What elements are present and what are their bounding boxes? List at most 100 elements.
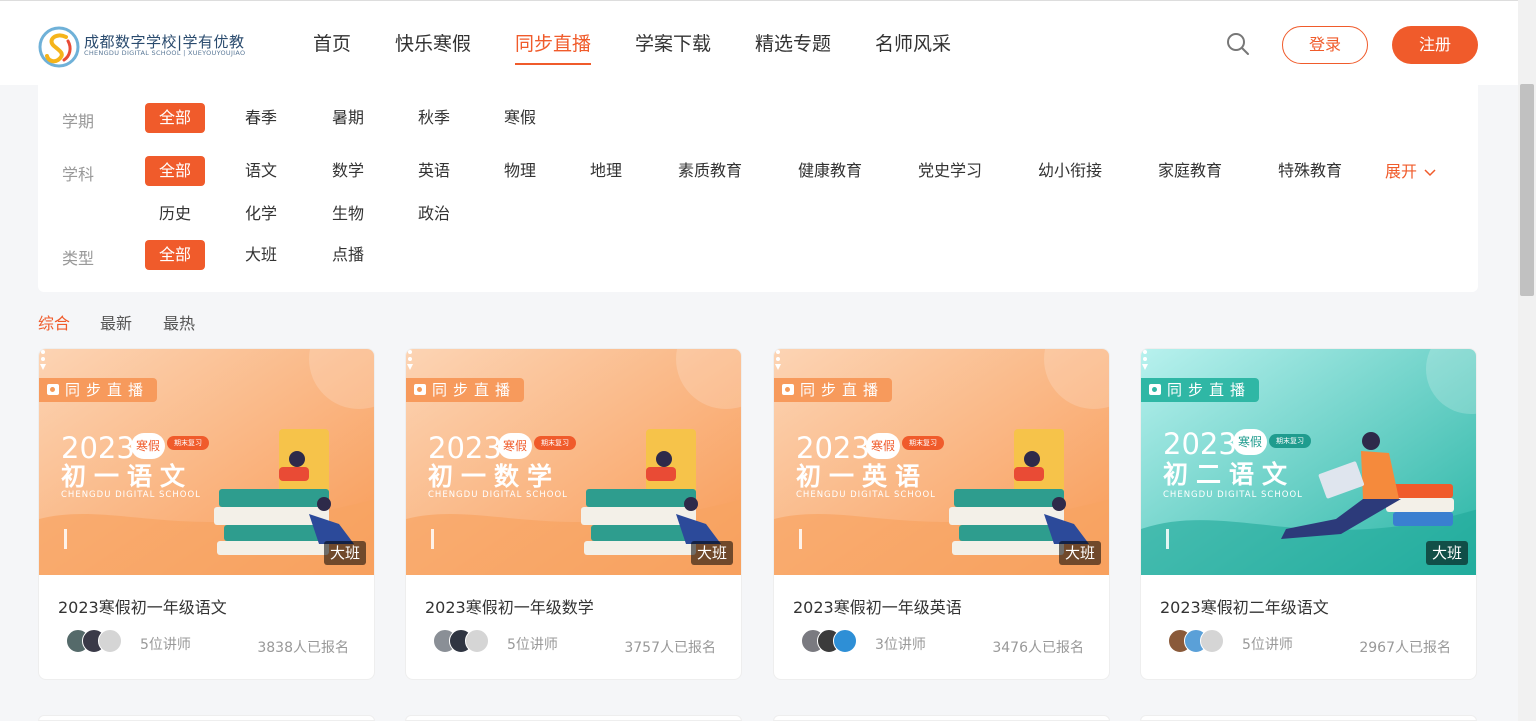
course-title: 2023寒假初二年级语文 (1160, 598, 1329, 617)
course-card-peek (38, 715, 375, 721)
review-badge: 期末复习 (534, 436, 576, 450)
class-type-tag: 大班 (691, 541, 733, 565)
cover-bar (64, 529, 67, 549)
camera-icon (1149, 384, 1161, 395)
subject-chip-chemistry[interactable]: 化学 (231, 199, 291, 229)
course-cover: 同步直播 2023 寒假 期末复习 初一语文 CHENGDU DIGITAL S… (39, 349, 374, 575)
sort-tab-newest[interactable]: 最新 (100, 310, 132, 334)
filter-panel: 学期 全部 春季 暑期 秋季 寒假 学科 全部 语文 数学 英语 物理 地理 素… (38, 85, 1478, 292)
term-chip-spring[interactable]: 春季 (231, 103, 291, 133)
top-header: 成都数字学校|学有优教 CHENGDU DIGITAL SCHOOL | XUE… (0, 0, 1518, 85)
nav-live-sync[interactable]: 同步直播 (515, 29, 592, 65)
subject-chip-all[interactable]: 全部 (145, 156, 205, 186)
subject-chip-english[interactable]: 英语 (404, 156, 464, 186)
nav-topics[interactable]: 精选专题 (755, 29, 831, 65)
course-title: 2023寒假初一年级数学 (425, 598, 594, 617)
subject-chip-math[interactable]: 数学 (318, 156, 378, 186)
course-card-peek (773, 715, 1110, 721)
subject-chip-family-edu[interactable]: 家庭教育 (1150, 156, 1230, 186)
subject-chip-special-edu[interactable]: 特殊教育 (1270, 156, 1350, 186)
live-tag-label: 同步直播 (800, 381, 885, 399)
term-chip-autumn[interactable]: 秋季 (404, 103, 464, 133)
cover-course: 初二语文 (1163, 460, 1296, 489)
course-card[interactable]: 同步直播 2023 寒假 期末复习 初一英语 CHENGDU DIGITAL S… (773, 348, 1110, 680)
nav-teachers[interactable]: 名师风采 (875, 29, 951, 65)
nav-winter-holiday[interactable]: 快乐寒假 (395, 29, 471, 65)
subject-chip-biology[interactable]: 生物 (318, 199, 378, 229)
live-tag: 同步直播 (39, 378, 158, 402)
teacher-count: 5位讲师 (507, 637, 558, 653)
subject-chip-preschool[interactable]: 幼小衔接 (1030, 156, 1110, 186)
enrolled-count: 3838人已报名 (257, 640, 349, 656)
subject-chip-history[interactable]: 历史 (145, 199, 205, 229)
course-card[interactable]: 同步直播 2023 寒假 期末复习 初一数学 CHENGDU DIGITAL S… (405, 348, 742, 680)
teacher-avatars (433, 629, 503, 655)
term-chip-summer[interactable]: 暑期 (318, 103, 378, 133)
sort-tab-overall[interactable]: 综合 (38, 310, 70, 334)
subject-chip-geography[interactable]: 地理 (576, 156, 636, 186)
course-card-peek (405, 715, 742, 721)
expand-subjects-button[interactable]: 展开 (1385, 158, 1436, 182)
nav-home[interactable]: 首页 (313, 29, 351, 65)
type-chip-large-class[interactable]: 大班 (231, 240, 291, 270)
cover-course: 初一数学 (428, 462, 561, 491)
camera-icon (414, 384, 426, 395)
term-chip-winter[interactable]: 寒假 (490, 103, 550, 133)
season-badge: 寒假 (866, 433, 900, 459)
course-cover: 同步直播 2023 寒假 期末复习 初二语文 CHENGDU DIGITAL S… (1141, 349, 1476, 575)
more-avatars-icon (98, 629, 122, 653)
sort-tab-hottest[interactable]: 最热 (163, 310, 195, 334)
course-title: 2023寒假初一年级英语 (793, 598, 962, 617)
type-chip-all[interactable]: 全部 (145, 240, 205, 270)
class-type-tag: 大班 (1059, 541, 1101, 565)
more-avatars-icon (465, 629, 489, 653)
subject-chip-health-edu[interactable]: 健康教育 (790, 156, 870, 186)
more-icon (40, 350, 46, 370)
cover-school: CHENGDU DIGITAL SCHOOL (1163, 490, 1303, 500)
teacher-avatars (1168, 629, 1238, 655)
season-badge: 寒假 (131, 433, 165, 459)
live-tag-label: 同步直播 (65, 381, 150, 399)
page-scrollbar[interactable] (1518, 0, 1536, 721)
subject-chip-politics[interactable]: 政治 (404, 199, 464, 229)
more-icon (407, 350, 413, 370)
register-button[interactable]: 注册 (1392, 26, 1478, 64)
course-cover: 同步直播 2023 寒假 期末复习 初一英语 CHENGDU DIGITAL S… (774, 349, 1109, 575)
enrolled-count: 3757人已报名 (624, 640, 716, 656)
enrolled-count: 3476人已报名 (992, 640, 1084, 656)
term-chip-all[interactable]: 全部 (145, 103, 205, 133)
cover-school: CHENGDU DIGITAL SCHOOL (796, 490, 936, 500)
site-logo[interactable]: 成都数字学校|学有优教 CHENGDU DIGITAL SCHOOL | XUE… (38, 26, 258, 68)
term-label: 学期 (62, 112, 95, 131)
cover-course: 初一语文 (61, 462, 194, 491)
nav-lesson-download[interactable]: 学案下载 (635, 29, 711, 65)
course-card[interactable]: 同步直播 2023 寒假 期末复习 初二语文 CHENGDU DIGITAL S… (1140, 348, 1477, 680)
subject-chip-party-history[interactable]: 党史学习 (910, 156, 990, 186)
review-badge: 期末复习 (1269, 434, 1311, 448)
live-tag-label: 同步直播 (432, 381, 517, 399)
expand-label: 展开 (1385, 162, 1418, 181)
subject-chip-quality-edu[interactable]: 素质教育 (670, 156, 750, 186)
subject-label: 学科 (62, 165, 95, 184)
teacher-avatars (801, 629, 871, 655)
type-chip-on-demand[interactable]: 点播 (318, 240, 378, 270)
class-type-tag: 大班 (324, 541, 366, 565)
scrollbar-thumb[interactable] (1520, 84, 1534, 296)
more-icon (1142, 350, 1148, 370)
course-cover: 同步直播 2023 寒假 期末复习 初一数学 CHENGDU DIGITAL S… (406, 349, 741, 575)
type-label: 类型 (62, 249, 95, 268)
search-icon[interactable] (1226, 32, 1250, 56)
teacher-count: 5位讲师 (1242, 637, 1293, 653)
course-card[interactable]: 同步直播 2023 寒假 期末复习 初一语文 CHENGDU DIGITAL S… (38, 348, 375, 680)
login-button[interactable]: 登录 (1282, 26, 1368, 64)
subject-chip-chinese[interactable]: 语文 (231, 156, 291, 186)
teacher-avatars (66, 629, 136, 655)
teacher-count: 5位讲师 (140, 637, 191, 653)
subject-chip-physics[interactable]: 物理 (490, 156, 550, 186)
live-tag-label: 同步直播 (1167, 381, 1252, 399)
live-tag: 同步直播 (1141, 378, 1260, 402)
camera-icon (782, 384, 794, 395)
class-type-tag: 大班 (1426, 541, 1468, 565)
live-tag: 同步直播 (406, 378, 525, 402)
more-icon (775, 350, 781, 370)
